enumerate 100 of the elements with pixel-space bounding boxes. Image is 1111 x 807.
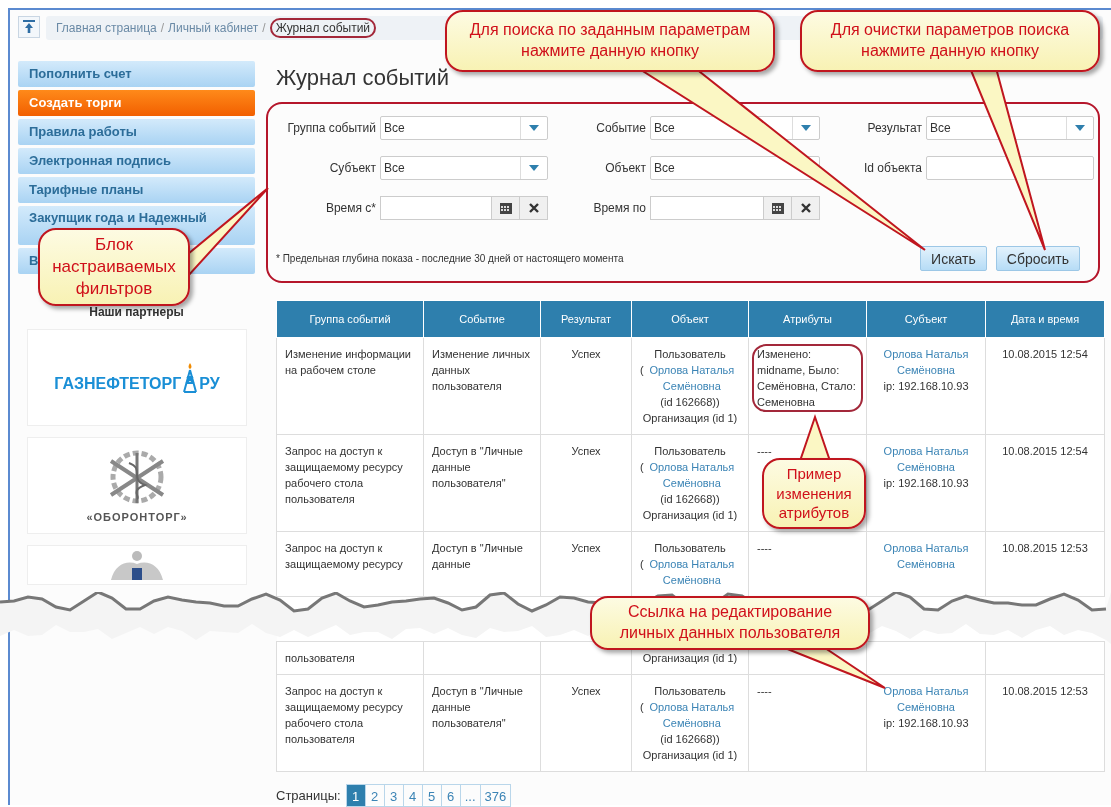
breadcrumb-link[interactable]: Журнал событий (269, 18, 377, 38)
ip-address: ip: 192.168.10.93 (882, 476, 970, 491)
callout: Для очистки параметров поиска нажмите данную кнопку (800, 10, 1100, 72)
dropdown[interactable]: Все (380, 156, 548, 180)
reset-button[interactable]: Сбросить (995, 246, 1080, 271)
table-cell-text: Доступ в "Личные данные пользователя" (432, 445, 523, 489)
calendar-button[interactable] (492, 196, 520, 220)
page-link[interactable]: 2 (364, 784, 385, 807)
logo-text: ГАЗНЕФТЕТОРГ (54, 374, 182, 393)
field-label: Результат (866, 121, 922, 135)
table-cell-text: пользователя (285, 652, 355, 664)
sidebar-item[interactable]: Электронная подпись (18, 148, 255, 174)
caret-icon (529, 125, 539, 131)
field-label: Субъект (328, 161, 376, 175)
column-header[interactable]: Событие (423, 300, 541, 338)
table-cell-text: 10.08.2015 12:53 (1002, 685, 1088, 697)
field-label: Группа событий (286, 121, 376, 135)
calendar-icon (499, 202, 512, 214)
sidebar-item[interactable]: Создать торги (18, 90, 255, 116)
user-link[interactable]: Орлова Наталья Семёновна (643, 459, 740, 491)
dropdown[interactable]: Все (380, 116, 548, 140)
sidebar-item[interactable]: Пополнить счет (18, 61, 255, 87)
ip-address: ip: 192.168.10.93 (882, 716, 970, 731)
table-cell-text: Доступ в "Личные данные пользователя" (432, 685, 523, 729)
close-icon (800, 203, 811, 213)
table-cell-text: 10.08.2015 12:54 (1002, 348, 1088, 360)
table-cell-text: Запрос на доступ к защищаемому ресурсу (285, 542, 403, 570)
filter-note: * Предельная глубина показа - последние 30 дней от настоящего момента (276, 253, 624, 264)
object-id-text: Организация (id 1) (641, 651, 739, 666)
ip-address: ip: 192.168.10.93 (882, 379, 970, 394)
object-type-text: Пользователь (653, 684, 727, 699)
table-cell-text: ---- (756, 444, 773, 459)
page-link[interactable]: 5 (421, 784, 442, 807)
logo-text: «ОБОРОНТОРГ» (86, 510, 188, 523)
page-link[interactable]: 376 (479, 784, 512, 807)
caret-icon (801, 125, 811, 131)
scroll-top-button[interactable] (18, 16, 40, 38)
user-link[interactable]: Орлова Наталья Семёновна (875, 683, 977, 715)
field-label: Время с* (324, 201, 376, 215)
table-cell-text: Запрос на доступ к защищаемому ресурсу рабочего стола пользователя (285, 685, 403, 745)
column-header[interactable]: Дата и время (985, 300, 1105, 338)
table-cell-text: Успех (571, 445, 601, 457)
clear-button[interactable] (520, 196, 548, 220)
breadcrumb-separator: / (262, 21, 266, 35)
date-field[interactable] (380, 196, 492, 220)
table-cell-text: Успех (571, 348, 601, 360)
table-cell-text: Успех (571, 685, 601, 697)
caret-icon (1075, 125, 1085, 131)
partners-title: Наши партнеры (88, 305, 185, 319)
column-header[interactable]: Результат (540, 300, 632, 338)
parenthesis-text: ( (640, 460, 644, 475)
table-cell-text: Изменение информации на рабочем столе (285, 348, 411, 376)
table-cell-text: Запрос на доступ к защищаемому ресурсу рабочего стола пользователя (285, 445, 403, 505)
field-label: Объект (604, 161, 646, 175)
table-cell-text: Успех (571, 542, 601, 554)
oil-derrick-icon (182, 362, 199, 393)
parenthesis-text: ( (640, 700, 644, 715)
user-link[interactable]: Орлова Наталья Семёновна (643, 556, 740, 588)
user-link[interactable]: Орлова Наталья Семёновна (875, 346, 977, 378)
input-field[interactable] (926, 156, 1094, 180)
column-header[interactable]: Субъект (866, 300, 986, 338)
column-header[interactable]: Группа событий (276, 300, 424, 338)
clear-button[interactable] (792, 196, 820, 220)
date-field[interactable] (650, 196, 764, 220)
table-cell-text: ---- (756, 684, 773, 699)
field-label: Событие (595, 121, 646, 135)
sidebar-item[interactable]: Правила работы (18, 119, 255, 145)
calendar-icon (771, 202, 784, 214)
calendar-button[interactable] (764, 196, 792, 220)
arrow-up-icon (23, 20, 35, 34)
page-link[interactable]: 1 (345, 784, 366, 807)
search-button[interactable]: Искать (920, 246, 987, 271)
logo-text: РУ (199, 374, 220, 393)
breadcrumb-separator: / (160, 21, 165, 35)
object-type-text: Пользователь (653, 444, 727, 459)
sidebar-item[interactable]: Тарифные планы (18, 177, 255, 203)
user-link[interactable]: Орлова Наталья Семёновна (875, 443, 977, 475)
page-link[interactable]: 6 (440, 784, 461, 807)
table-cell-text: 10.08.2015 12:54 (1002, 445, 1088, 457)
breadcrumb-link[interactable]: Главная страница (56, 21, 157, 35)
page-link[interactable]: ... (459, 784, 481, 807)
user-link[interactable]: Орлова Наталья Семёновна (643, 699, 740, 731)
parenthesis-text: ( (640, 557, 644, 572)
column-header[interactable]: Атрибуты (748, 300, 867, 338)
field-label: Время по (592, 201, 646, 215)
user-link[interactable]: Орлова Наталья Семёновна (643, 362, 740, 394)
table-cell-text: 10.08.2015 12:53 (1002, 542, 1088, 554)
partner-logo-card[interactable]: ГАЗНЕФТЕТОРГ РУ (27, 329, 247, 426)
breadcrumb-link[interactable]: Личный кабинет (168, 21, 259, 35)
callout: Ссылка на редактирование личных данных пользователя (590, 596, 870, 650)
callout: Пример изменения атрибутов (762, 458, 866, 529)
partner-logo-card[interactable]: «ОБОРОНТОРГ» (27, 437, 247, 534)
table-cell-text: ---- (756, 541, 773, 556)
column-header[interactable]: Объект (631, 300, 749, 338)
object-type-text: Пользователь (653, 541, 727, 556)
callout: Блок настраиваемых фильтров (38, 228, 190, 307)
table-cell-text: Изменение личных данных пользователя (432, 348, 530, 392)
page-link[interactable]: 3 (383, 784, 404, 807)
object-id-text: (id 162668)) Организация (id 1) (641, 492, 739, 523)
page-link[interactable]: 4 (402, 784, 423, 807)
